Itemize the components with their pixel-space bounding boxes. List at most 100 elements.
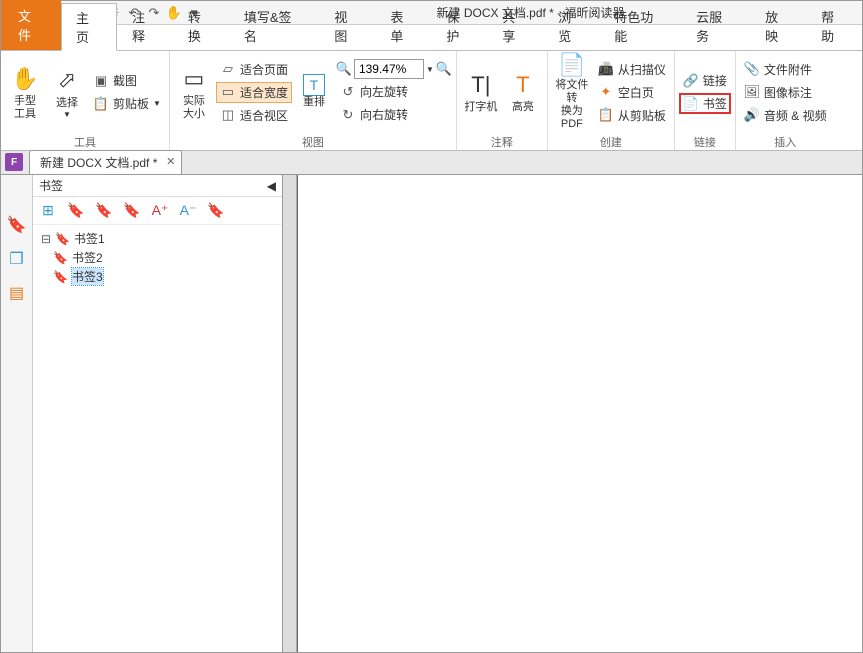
zoom-icon[interactable]: 🔍 xyxy=(336,61,352,77)
link-button[interactable]: 🔗链接 xyxy=(679,70,731,91)
convert-to-pdf-button[interactable]: 📄 将文件转 换为PDF xyxy=(552,53,592,131)
expand-all-icon[interactable]: ⊞ xyxy=(39,202,57,220)
clipboard-label: 剪贴板 xyxy=(113,95,149,112)
image-label: 图像标注 xyxy=(764,84,812,101)
media-icon: 🔊 xyxy=(744,107,760,123)
panel-collapse-icon[interactable]: ◀ xyxy=(267,179,276,193)
tab-convert[interactable]: 转换 xyxy=(173,2,229,50)
bookmark-tool-3-icon[interactable]: 🔖 xyxy=(123,202,141,220)
select-tool-button[interactable]: ⬀ 选择 ▼ xyxy=(47,53,87,131)
fitvisible-label: 适合视区 xyxy=(240,107,288,124)
zoom-input[interactable] xyxy=(354,59,424,79)
pages-side-icon[interactable]: ❐ xyxy=(7,249,27,269)
highlight-button[interactable]: T 高亮 xyxy=(503,53,543,131)
bookmark-label: 书签 xyxy=(703,95,727,112)
tab-browse[interactable]: 浏览 xyxy=(543,2,599,50)
new-bookmark-icon[interactable]: 🔖 xyxy=(67,202,85,220)
image-annot-button[interactable]: 🖼图像标注 xyxy=(740,82,831,103)
clipboard-icon: 📋 xyxy=(598,107,614,123)
fitpage-label: 适合页面 xyxy=(240,61,288,78)
ribbon-group-view: ▭ 实际 大小 ▱适合页面 ▭适合宽度 ◫适合视区 T 重排 🔍 ▼ 🔍 ↺向左… xyxy=(170,51,457,150)
document-tab[interactable]: 新建 DOCX 文档.pdf * ✕ xyxy=(29,150,182,174)
tab-share[interactable]: 共享 xyxy=(487,2,543,50)
tree-expand-icon[interactable]: ⊟ xyxy=(41,232,51,246)
scanner-label: 从扫描仪 xyxy=(618,61,666,78)
ribbon-tabs: 文件 主页 注释 转换 填写&签名 视图 表单 保护 共享 浏览 特色功能 云服… xyxy=(1,25,862,51)
fit-page-button[interactable]: ▱适合页面 xyxy=(216,59,292,80)
actual-size-button[interactable]: ▭ 实际 大小 xyxy=(174,53,214,131)
tab-home[interactable]: 主页 xyxy=(61,3,117,51)
camera-icon: ▣ xyxy=(93,73,109,89)
bookmark-item[interactable]: 🔖 书签3 xyxy=(39,267,276,286)
from-clipboard-button[interactable]: 📋从剪贴板 xyxy=(594,105,670,126)
bookmark-item[interactable]: ⊟ 🔖 书签1 xyxy=(39,229,276,248)
tab-play[interactable]: 放映 xyxy=(750,2,806,50)
font-decrease-icon[interactable]: A⁻ xyxy=(179,202,197,220)
panel-header: 书签 ◀ xyxy=(33,175,282,197)
pdf-icon: 📄 xyxy=(558,52,585,78)
clipboard-button[interactable]: 📋剪贴板▼ xyxy=(89,93,165,114)
tab-comment[interactable]: 注释 xyxy=(117,2,173,50)
panel-title: 书签 xyxy=(39,177,63,194)
cursor-icon: ⬀ xyxy=(58,65,76,97)
bookmark-item[interactable]: 🔖 书签2 xyxy=(39,248,276,267)
hand-icon: ✋ xyxy=(11,63,38,95)
hand-tool-button[interactable]: ✋ 手型 工具 xyxy=(5,53,45,131)
tab-view[interactable]: 视图 xyxy=(319,2,375,50)
document-viewer[interactable] xyxy=(283,175,862,652)
document-tab-label: 新建 DOCX 文档.pdf * xyxy=(40,156,157,170)
panel-toolbar: ⊞ 🔖 🔖 🔖 A⁺ A⁻ 🔖 xyxy=(33,197,282,225)
ribbon-group-insert: 📎文件附件 🖼图像标注 🔊音频 & 视频 插入 xyxy=(736,51,835,150)
group-label-create: 创建 xyxy=(552,134,670,150)
close-tab-icon[interactable]: ✕ xyxy=(166,155,175,168)
actual-size-label: 实际 大小 xyxy=(183,95,205,121)
tab-fillsign[interactable]: 填写&签名 xyxy=(229,2,320,50)
rotate-left-icon: ↺ xyxy=(340,84,356,100)
fit-visible-button[interactable]: ◫适合视区 xyxy=(216,105,292,126)
fitwidth-icon: ▭ xyxy=(220,84,236,100)
ribbon-group-link: 🔗链接 📄书签 链接 xyxy=(675,51,736,150)
attach-icon: 📎 xyxy=(744,61,760,77)
dropdown-icon[interactable]: ▼ xyxy=(426,65,434,74)
reflow-button[interactable]: T 重排 xyxy=(294,53,334,131)
blank-page-button[interactable]: ✦空白页 xyxy=(594,82,670,103)
tab-help[interactable]: 帮助 xyxy=(806,2,862,50)
file-attach-button[interactable]: 📎文件附件 xyxy=(740,59,831,80)
bookmark-node-icon: 🔖 xyxy=(53,251,68,265)
page-icon: ▭ xyxy=(184,63,205,95)
bookmark-tool-6-icon[interactable]: 🔖 xyxy=(207,202,225,220)
fitpage-icon: ▱ xyxy=(220,61,236,77)
group-label-tools: 工具 xyxy=(5,134,165,150)
rotate-right-button[interactable]: ↻向右旋转 xyxy=(336,104,452,125)
tab-feature[interactable]: 特色功能 xyxy=(599,2,681,50)
bookmark-side-icon[interactable]: 🔖 xyxy=(7,215,27,235)
from-scanner-button[interactable]: 📠从扫描仪 xyxy=(594,59,670,80)
tab-file[interactable]: 文件 xyxy=(1,0,61,50)
typewriter-button[interactable]: T| 打字机 xyxy=(461,53,501,131)
screenshot-button[interactable]: ▣截图 xyxy=(89,70,165,91)
bookmark-tree: ⊟ 🔖 书签1 🔖 书签2 🔖 书签3 xyxy=(33,225,282,652)
select-label: 选择 xyxy=(56,97,78,110)
font-increase-icon[interactable]: A⁺ xyxy=(151,202,169,220)
hand-tool-label: 手型 工具 xyxy=(14,95,36,121)
comments-side-icon[interactable]: ▤ xyxy=(7,283,27,303)
fit-width-button[interactable]: ▭适合宽度 xyxy=(216,82,292,103)
group-label-insert: 插入 xyxy=(740,134,831,150)
from-clipboard-label: 从剪贴板 xyxy=(618,107,666,124)
typewriter-icon: T| xyxy=(471,69,490,101)
bookmark-item-label: 书签3 xyxy=(72,268,103,285)
bookmark-tool-2-icon[interactable]: 🔖 xyxy=(95,202,113,220)
rotate-left-button[interactable]: ↺向左旋转 xyxy=(336,81,452,102)
tab-form[interactable]: 表单 xyxy=(375,2,431,50)
document-page[interactable] xyxy=(297,175,862,652)
zoom-out-icon[interactable]: 🔍 xyxy=(436,61,452,77)
ribbon-group-comment: T| 打字机 T 高亮 注释 xyxy=(457,51,548,150)
media-button[interactable]: 🔊音频 & 视频 xyxy=(740,105,831,126)
ribbon-group-tools: ✋ 手型 工具 ⬀ 选择 ▼ ▣截图 📋剪贴板▼ 工具 xyxy=(1,51,170,150)
tab-cloud[interactable]: 云服务 xyxy=(681,2,750,50)
clipboard-icon: 📋 xyxy=(93,96,109,112)
tab-protect[interactable]: 保护 xyxy=(431,2,487,50)
bookmark-item-label: 书签2 xyxy=(72,249,103,266)
ribbon-group-create: 📄 将文件转 换为PDF 📠从扫描仪 ✦空白页 📋从剪贴板 创建 xyxy=(548,51,675,150)
bookmark-button[interactable]: 📄书签 xyxy=(679,93,731,114)
